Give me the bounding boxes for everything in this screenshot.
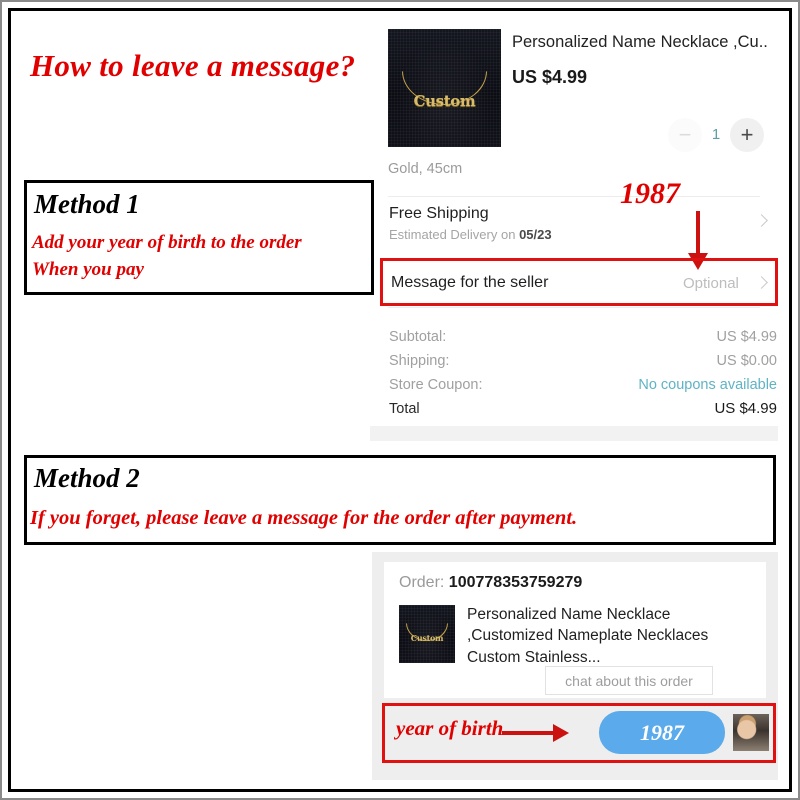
order-item-thumbnail: Custom	[399, 605, 455, 663]
quantity-increase-button[interactable]: +	[730, 118, 764, 152]
chat-bubble-tail-icon	[710, 741, 722, 752]
chat-message-text: 1987	[640, 719, 684, 745]
quantity-decrease-button[interactable]: −	[668, 118, 702, 152]
subtotal-value: US $4.99	[716, 329, 777, 345]
chat-message-bubble: 1987	[599, 711, 725, 754]
chat-about-this-order-button[interactable]: chat about this order	[545, 666, 713, 695]
order-item-title: Personalized Name Necklace ,Customized N…	[467, 606, 709, 666]
shipping-estimate-date: 05/23	[519, 227, 552, 242]
annotation-arrow-down-shaft	[696, 211, 700, 259]
order-card: Order: 100778353759279 Custom Personaliz…	[384, 562, 766, 698]
quantity-stepper[interactable]: − 1 +	[660, 116, 768, 156]
shipping-title: Free Shipping	[389, 205, 489, 222]
order-number: Order: 100778353759279	[399, 574, 582, 592]
product-title: Personalized Name Necklace ,Cu...	[512, 33, 767, 51]
annotation-arrow-right-head-icon	[553, 724, 569, 742]
divider-shipping-top	[388, 196, 760, 197]
page-root: How to leave a message? Custom Personali…	[0, 0, 800, 800]
shipping-estimate: Estimated Delivery on 05/23	[389, 227, 552, 242]
order-number-prefix: Order:	[399, 574, 449, 591]
annotation-year-of-birth-label: year of birth	[396, 716, 504, 740]
total-value: US $4.99	[714, 400, 777, 417]
order-number-value: 100778353759279	[448, 574, 583, 591]
product-price: US $4.99	[512, 67, 588, 87]
divider-message-bottom	[388, 307, 760, 308]
product-variant: Gold, 45cm	[388, 161, 463, 177]
total-label: Total	[389, 401, 420, 417]
shipping-cost-label: Shipping:	[389, 353, 450, 369]
avatar	[733, 714, 769, 751]
annotation-arrow-right-shaft	[502, 731, 555, 735]
method-2-heading: Method 2	[34, 463, 140, 493]
annotation-highlight-message-row	[380, 258, 778, 306]
store-coupon-value[interactable]: No coupons available	[638, 377, 777, 393]
method-1-heading: Method 1	[34, 189, 140, 219]
store-coupon-label: Store Coupon:	[389, 377, 483, 393]
method-2-line-1: If you forget, please leave a message fo…	[30, 507, 578, 529]
panel-bottom-bar	[370, 426, 778, 441]
shipping-cost-value: US $0.00	[716, 353, 777, 369]
page-title: How to leave a message?	[30, 48, 356, 83]
annotation-year-top: 1987	[620, 177, 680, 210]
shipping-estimate-prefix: Estimated Delivery on	[389, 227, 520, 242]
necklace-nameplate-text: Custom	[410, 633, 444, 643]
method-1-line-1: Add your year of birth to the order	[32, 232, 302, 253]
method-1-line-2: When you pay	[32, 259, 144, 280]
quantity-value: 1	[711, 126, 721, 143]
subtotal-label: Subtotal:	[389, 329, 447, 345]
necklace-nameplate-text: Custom	[413, 92, 476, 110]
product-thumbnail: Custom	[388, 29, 501, 147]
